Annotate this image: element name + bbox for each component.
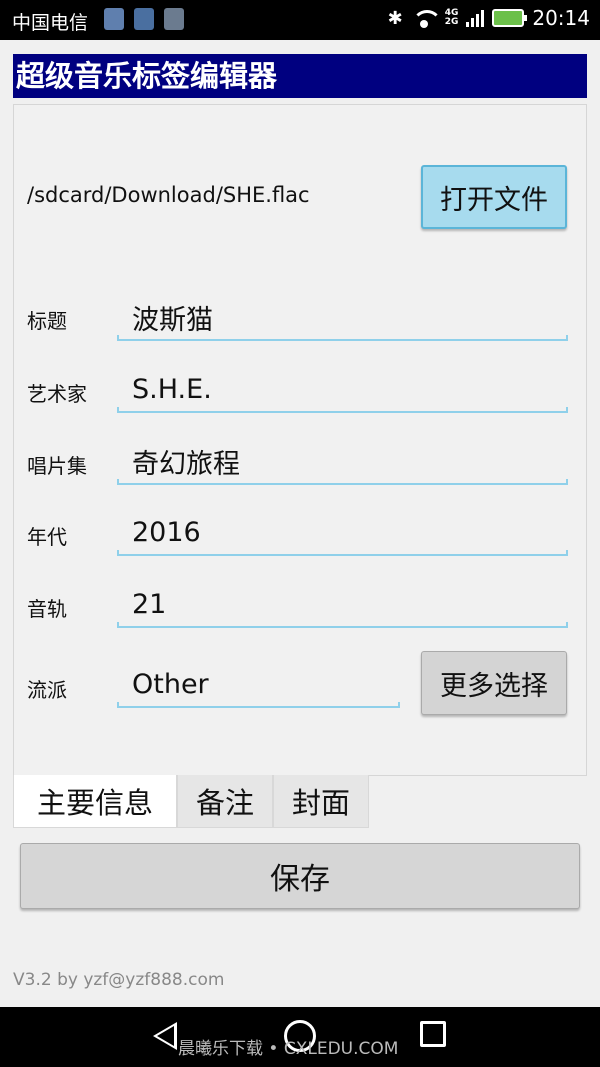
version-text: V3.2 by yzf@yzf888.com <box>13 970 225 990</box>
album-input[interactable] <box>117 441 567 481</box>
carrier-name: 中国电信 <box>12 12 89 34</box>
genre-input-underline <box>117 702 400 708</box>
album-label: 唱片集 <box>27 454 87 478</box>
title-input-underline <box>117 335 568 341</box>
clock: 20:14 <box>532 6 590 30</box>
track-input[interactable] <box>117 584 567 624</box>
album-input-underline <box>117 479 568 485</box>
tab-main-info[interactable]: 主要信息 <box>13 775 177 828</box>
watermark-text: 晨曦乐下载 • CXLEDU.COM <box>178 1039 399 1059</box>
wifi-icon <box>411 8 442 28</box>
main-info-panel: /sdcard/Download/SHE.flac 打开文件 标题 艺术家 唱片… <box>13 104 587 776</box>
network-type: 4G 2G <box>444 8 459 27</box>
year-label: 年代 <box>27 525 67 549</box>
app-title: 超级音乐标签编辑器 <box>13 54 587 98</box>
file-path: /sdcard/Download/SHE.flac <box>27 183 310 207</box>
bluetooth-icon: ✱ <box>387 7 403 29</box>
tab-cover[interactable]: 封面 <box>273 775 369 828</box>
save-button[interactable]: 保存 <box>20 843 580 909</box>
genre-input[interactable] <box>117 664 399 704</box>
usb-icon <box>134 8 154 30</box>
more-options-button[interactable]: 更多选择 <box>421 651 567 715</box>
artist-input-underline <box>117 407 568 413</box>
year-input-underline <box>117 550 568 556</box>
navigation-bar: 晨曦乐下载 • CXLEDU.COM <box>0 1007 600 1067</box>
notification-icon <box>104 8 124 30</box>
tab-notes[interactable]: 备注 <box>177 775 273 828</box>
recent-apps-icon[interactable] <box>420 1021 446 1047</box>
year-input[interactable] <box>117 512 567 552</box>
track-input-underline <box>117 622 568 628</box>
battery-icon <box>492 9 528 27</box>
track-label: 音轨 <box>27 597 67 621</box>
title-input[interactable] <box>117 297 567 337</box>
artist-label: 艺术家 <box>27 382 87 406</box>
signal-icon <box>466 9 485 27</box>
app-window: 超级音乐标签编辑器 /sdcard/Download/SHE.flac 打开文件… <box>0 40 600 1007</box>
tab-bar: 主要信息 备注 封面 <box>13 775 369 828</box>
open-file-button[interactable]: 打开文件 <box>421 165 567 229</box>
image-notification-icon <box>164 8 184 30</box>
status-bar: 中国电信 ✱ 4G 2G 20:14 <box>0 0 600 40</box>
genre-label: 流派 <box>27 678 67 702</box>
back-icon[interactable] <box>153 1022 177 1050</box>
artist-input[interactable] <box>117 369 567 409</box>
title-label: 标题 <box>27 309 67 333</box>
